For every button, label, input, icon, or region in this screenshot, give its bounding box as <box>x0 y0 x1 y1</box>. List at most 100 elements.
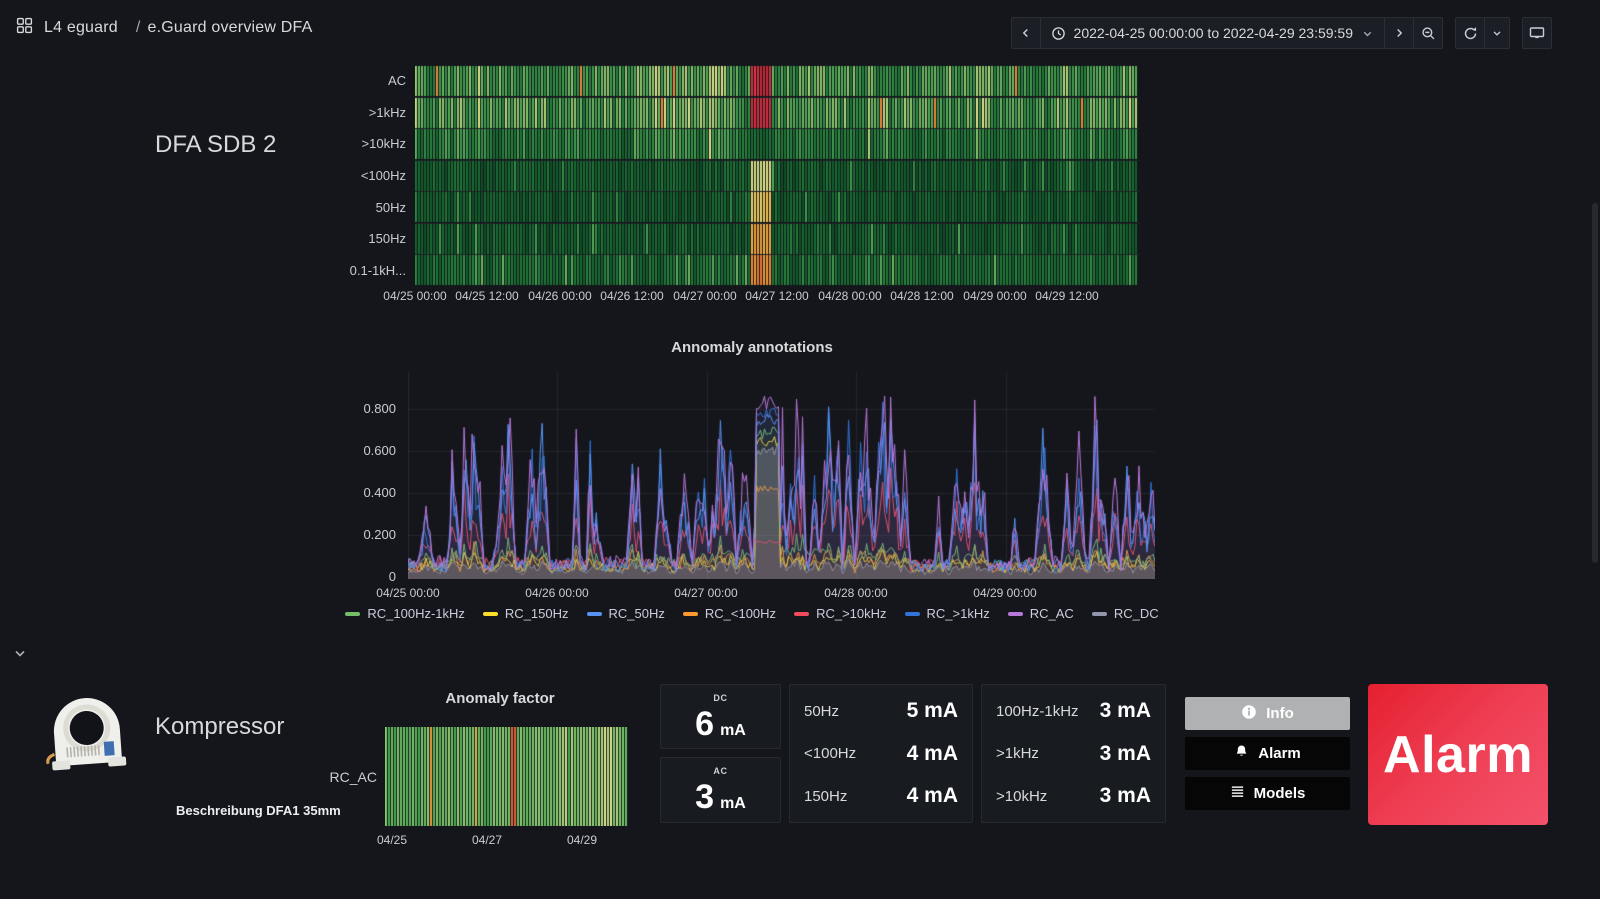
stat-label: >1kHz <box>996 745 1039 762</box>
legend-label: RC_>1kHz <box>927 606 990 621</box>
legend-item[interactable]: RC_DC <box>1092 606 1159 621</box>
status-heatmap-row-labels: AC >1kHz >10kHz <100Hz 50Hz 150Hz 0.1-1k… <box>320 65 406 286</box>
stat-row: >10kHz3 mA <box>996 784 1151 808</box>
button-label: Alarm <box>1258 745 1301 762</box>
chevron-down-icon <box>1361 27 1374 40</box>
legend-swatch <box>345 612 360 616</box>
page-scrollbar[interactable] <box>1592 203 1598 563</box>
button-label: Models <box>1254 785 1306 802</box>
y-tick: 0.200 <box>330 527 396 542</box>
stat-card-ac: AC 3mA <box>660 757 781 823</box>
legend-swatch <box>683 612 698 616</box>
row-label: 0.1-1kH... <box>350 263 406 278</box>
chevron-left-icon <box>1019 26 1033 40</box>
button-label: Info <box>1266 705 1294 722</box>
legend-label: RC_DC <box>1114 606 1159 621</box>
y-tick: 0.600 <box>330 443 396 458</box>
alarm-status-label: Alarm <box>1383 725 1533 785</box>
stat-row: 150Hz4 mA <box>804 784 958 808</box>
device-name: Kompressor <box>155 713 284 741</box>
x-tick: 04/29 12:00 <box>1022 289 1112 303</box>
row-label: 150Hz <box>368 231 406 246</box>
anomaly-factor-heatmap[interactable] <box>385 727 628 826</box>
legend-swatch <box>794 612 809 616</box>
x-tick: 04/25 <box>362 833 422 847</box>
legend-label: RC_<100Hz <box>705 606 776 621</box>
legend-item[interactable]: RC_50Hz <box>587 606 665 621</box>
breadcrumb-separator: / <box>136 19 141 36</box>
status-history-heatmap[interactable] <box>415 65 1140 286</box>
stat-value: 3 mA <box>1100 742 1151 766</box>
row-collapse-chevron-icon[interactable] <box>12 645 28 666</box>
legend-label: RC_150Hz <box>505 606 569 621</box>
stat-row: <100Hz4 mA <box>804 742 958 766</box>
stat-value: 3 mA <box>1100 784 1151 808</box>
legend-label: RC_>10kHz <box>816 606 886 621</box>
annotations-line-chart[interactable] <box>408 372 1155 579</box>
time-range-button[interactable]: 2022-04-25 00:00:00 to 2022-04-29 23:59:… <box>1040 17 1385 49</box>
legend-item[interactable]: RC_<100Hz <box>683 606 776 621</box>
bell-icon <box>1234 744 1249 763</box>
row-label: >10kHz <box>362 136 406 151</box>
row-label: <100Hz <box>361 168 406 183</box>
nav-controls: 2022-04-25 00:00:00 to 2022-04-29 23:59:… <box>1011 17 1552 49</box>
time-shift-forward-button[interactable] <box>1384 17 1414 49</box>
x-tick: 04/27 00:00 <box>661 586 751 600</box>
stat-row: >1kHz 3 mA <box>996 742 1151 766</box>
stat-panel-high-freq: 100Hz-1kHz3 mA >1kHz3 mA >10kHz3 mA <box>981 684 1166 823</box>
legend-swatch <box>587 612 602 616</box>
device-description: Beschreibung DFA1 35mm <box>176 803 341 818</box>
chevron-down-icon <box>1491 27 1503 39</box>
legend-swatch <box>1008 612 1023 616</box>
stat-panel-low-freq: 50Hz5 mA <100Hz4 mA 150Hz4 mA <box>789 684 973 823</box>
legend-item[interactable]: RC_AC <box>1008 606 1074 621</box>
row-label: AC <box>388 73 406 88</box>
legend-swatch <box>483 612 498 616</box>
models-button[interactable]: Models <box>1185 777 1350 810</box>
y-tick: 0.800 <box>330 401 396 416</box>
info-circle-icon <box>1241 704 1257 724</box>
breadcrumb-app[interactable]: L4 eguard <box>44 19 118 37</box>
kiosk-mode-button[interactable] <box>1522 17 1552 49</box>
x-tick: 04/29 00:00 <box>960 586 1050 600</box>
stat-value: 4 mA <box>907 784 958 808</box>
alarm-button[interactable]: Alarm <box>1185 737 1350 770</box>
chart-legend: RC_100Hz-1kHz RC_150Hz RC_50Hz RC_<100Hz… <box>336 606 1168 621</box>
refresh-group <box>1455 17 1510 49</box>
legend-swatch <box>905 612 920 616</box>
x-tick: 04/27 <box>457 833 517 847</box>
stat-label: AC <box>713 766 727 776</box>
legend-item[interactable]: RC_150Hz <box>483 606 569 621</box>
stat-label: 100Hz-1kHz <box>996 703 1079 720</box>
breadcrumb-page[interactable]: e.Guard overview DFA <box>148 19 313 36</box>
apps-grid-icon[interactable] <box>16 17 33 39</box>
alarm-status-panel[interactable]: Alarm <box>1368 684 1548 825</box>
stat-unit: mA <box>720 722 746 740</box>
x-tick: 04/25 00:00 <box>363 586 453 600</box>
annotations-chart-title: Annomaly annotations <box>336 339 1168 356</box>
time-shift-back-button[interactable] <box>1011 17 1041 49</box>
refresh-button[interactable] <box>1455 17 1485 49</box>
stat-label: 50Hz <box>804 703 839 720</box>
y-tick: 0.400 <box>330 485 396 500</box>
stat-row: 100Hz-1kHz3 mA <box>996 699 1151 723</box>
legend-item[interactable]: RC_>1kHz <box>905 606 990 621</box>
legend-item[interactable]: RC_>10kHz <box>794 606 886 621</box>
stat-value: 6 <box>695 707 714 741</box>
grafana-dashboard: L4 eguard / e.Guard overview DFA 2022-04-… <box>0 0 1600 899</box>
y-tick: 0 <box>330 569 396 584</box>
x-tick: 04/28 00:00 <box>811 586 901 600</box>
stat-card-dc: DC 6 mA <box>660 684 781 749</box>
row-label: >1kHz <box>369 105 406 120</box>
x-tick: 04/29 <box>552 833 612 847</box>
zoom-out-icon <box>1421 26 1436 41</box>
panel-title-dfa-sdb-2: DFA SDB 2 <box>155 131 276 159</box>
refresh-interval-button[interactable] <box>1484 17 1510 49</box>
legend-item[interactable]: RC_100Hz-1kHz <box>345 606 465 621</box>
top-navbar: L4 eguard / e.Guard overview DFA 2022-04-… <box>0 0 1600 56</box>
row-label: 50Hz <box>376 200 406 215</box>
time-picker-group: 2022-04-25 00:00:00 to 2022-04-29 23:59:… <box>1011 17 1443 49</box>
zoom-out-button[interactable] <box>1413 17 1443 49</box>
info-button[interactable]: Info <box>1185 697 1350 730</box>
stat-label: DC <box>713 693 727 703</box>
